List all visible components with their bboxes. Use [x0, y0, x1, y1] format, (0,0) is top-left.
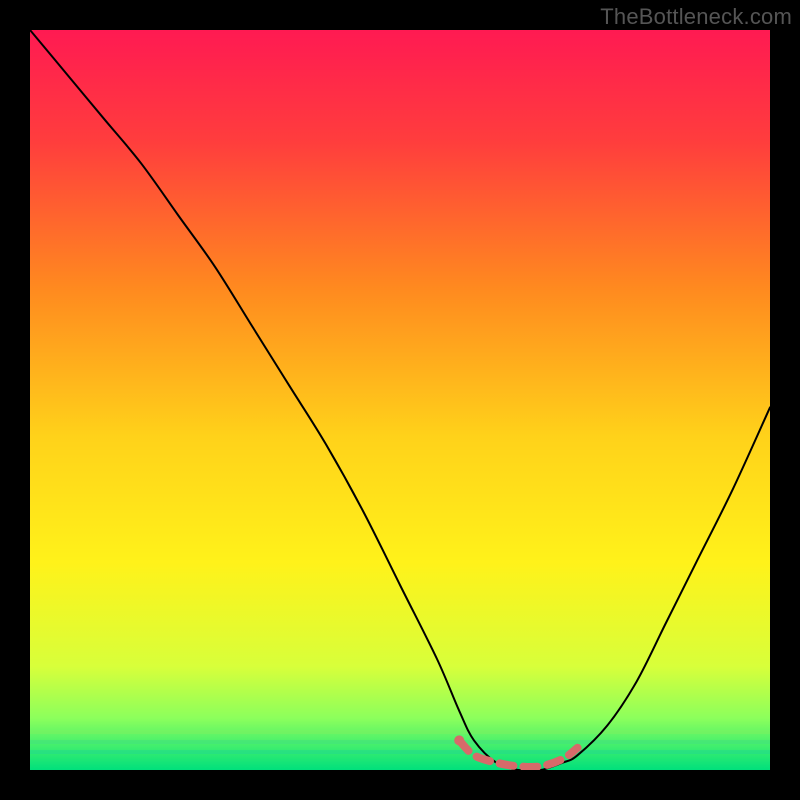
bottleneck-curve [30, 30, 770, 770]
chart-container: TheBottleneck.com [0, 0, 800, 800]
watermark-label: TheBottleneck.com [600, 4, 792, 30]
plot-area [30, 30, 770, 770]
curve-overlay [30, 30, 770, 770]
